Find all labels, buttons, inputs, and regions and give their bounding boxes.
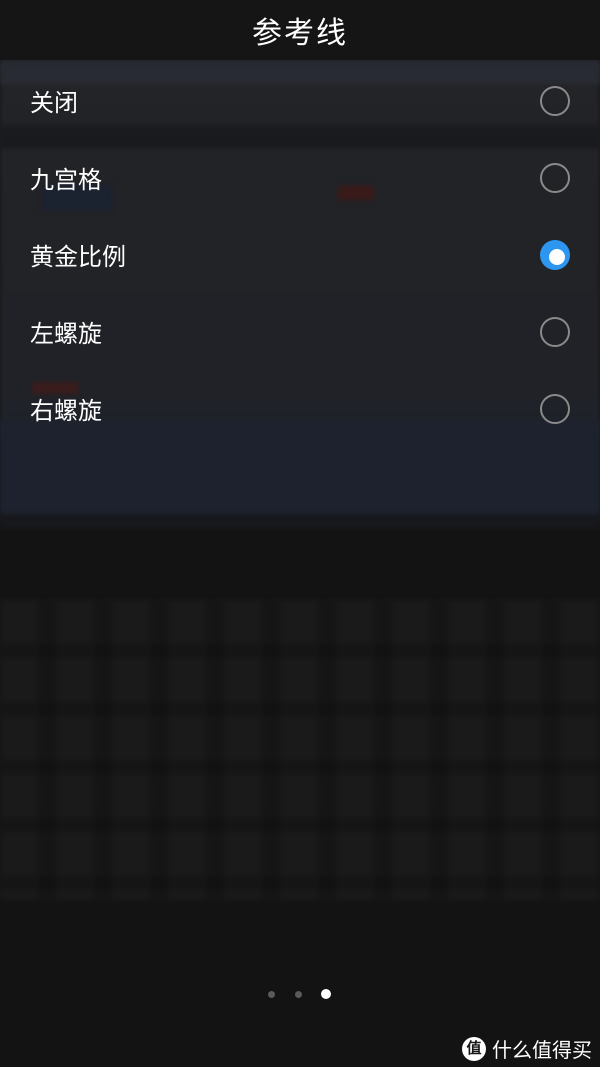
option-grid-3x3[interactable]: 九宫格 [0, 139, 600, 216]
header-bar: 参考线 [0, 0, 600, 60]
page-dot[interactable] [268, 991, 275, 998]
background-photo-keyboard [0, 600, 600, 900]
option-label: 黄金比例 [30, 243, 126, 271]
radio-button[interactable] [540, 316, 570, 347]
option-off[interactable]: 关闭 [0, 62, 600, 139]
page-dot[interactable] [295, 991, 302, 998]
background-photo-band [0, 515, 600, 529]
page-dot[interactable] [321, 989, 331, 999]
radio-button[interactable] [540, 162, 570, 193]
guideline-options-list: 关闭 九宫格 黄金比例 左螺旋 右螺旋 [0, 62, 600, 447]
camera-screen: 参考线 关闭 九宫格 黄金比例 左螺旋 右螺旋 值 什么值得买 [0, 0, 600, 1067]
option-left-spiral[interactable]: 左螺旋 [0, 293, 600, 370]
watermark-logo-icon: 值 [462, 1036, 486, 1061]
option-label: 九宫格 [30, 166, 102, 194]
option-right-spiral[interactable]: 右螺旋 [0, 370, 600, 447]
option-label: 关闭 [30, 89, 78, 117]
radio-button[interactable] [540, 393, 570, 424]
watermark: 值 什么值得买 [462, 1034, 592, 1063]
option-label: 右螺旋 [30, 397, 102, 425]
watermark-text: 什么值得买 [492, 1038, 592, 1062]
page-title: 参考线 [252, 16, 348, 51]
option-label: 左螺旋 [30, 320, 102, 348]
radio-button[interactable] [540, 85, 570, 116]
page-indicator [0, 988, 600, 1002]
radio-button[interactable] [540, 239, 570, 270]
option-golden-ratio[interactable]: 黄金比例 [0, 216, 600, 293]
